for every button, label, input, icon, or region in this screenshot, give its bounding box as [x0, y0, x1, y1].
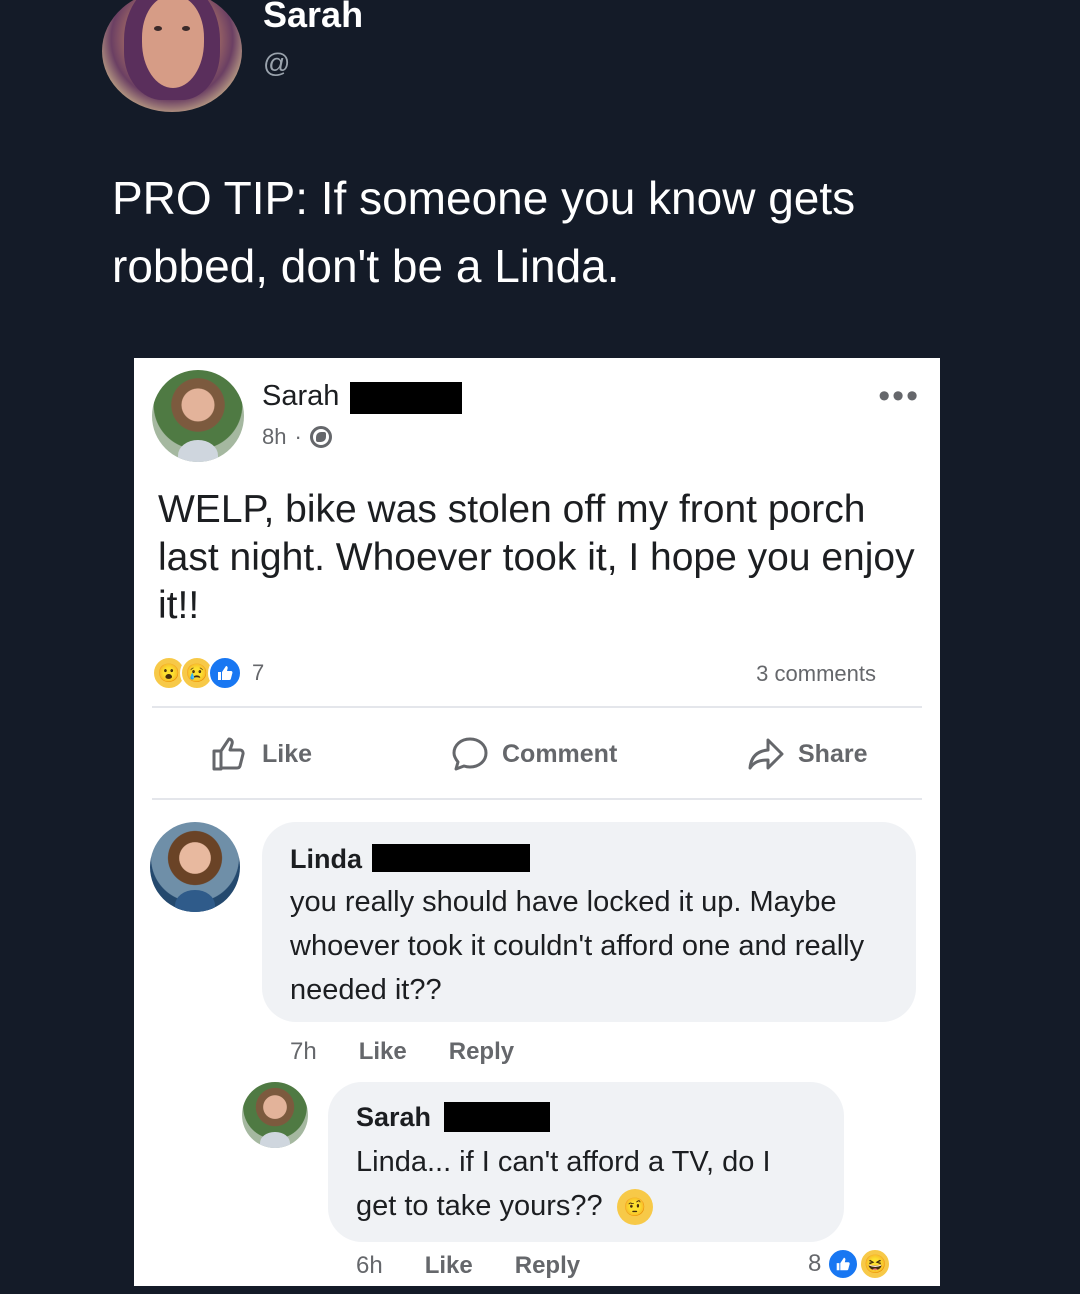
reply-bubble: Sarah Linda... if I can't afford a TV, d… — [328, 1082, 844, 1242]
tweet-text: PRO TIP: If someone you know gets robbed… — [112, 172, 856, 292]
reply-meta: 6h Like Reply — [356, 1252, 580, 1280]
post-meta: 8h · — [262, 424, 332, 450]
share-label: Share — [798, 739, 868, 768]
post-time[interactable]: 8h — [262, 424, 286, 450]
comment-author-name[interactable]: Linda — [290, 844, 362, 875]
comment-meta: 7h Like Reply — [290, 1038, 514, 1066]
reply-reply-link[interactable]: Reply — [515, 1252, 580, 1280]
facebook-post-card: Sarah 8h · ••• WELP, bike was stolen off… — [134, 358, 940, 1286]
comment-label: Comment — [502, 739, 618, 768]
comment-like-link[interactable]: Like — [359, 1038, 407, 1066]
post-author-name[interactable]: Sarah — [262, 380, 339, 413]
comment-button[interactable]: Comment — [450, 734, 617, 774]
like-reaction-icon — [827, 1248, 860, 1280]
reply-time[interactable]: 6h — [356, 1252, 383, 1280]
post-reactions[interactable]: 😮 😢 7 — [152, 656, 264, 690]
redaction-bar — [350, 382, 462, 414]
post-text: WELP, bike was stolen off my front porch… — [158, 488, 915, 627]
share-icon — [748, 738, 784, 770]
reaction-count: 7 — [252, 660, 265, 685]
reply-like-link[interactable]: Like — [425, 1252, 473, 1280]
reply-author-avatar[interactable] — [242, 1082, 308, 1148]
like-reaction-icon — [208, 656, 242, 690]
divider — [152, 798, 922, 800]
like-button[interactable]: Like — [210, 734, 312, 774]
tweet-avatar[interactable] — [102, 0, 242, 112]
comment-time[interactable]: 7h — [290, 1038, 317, 1066]
tweet-author-name[interactable]: Sarah — [263, 0, 363, 36]
reply-text: Linda... if I can't afford a TV, do I ge… — [356, 1140, 816, 1228]
tweet-handle[interactable]: @ — [263, 48, 290, 79]
reply-reactions[interactable]: 8 😆 — [808, 1248, 892, 1280]
reply-reaction-count: 8 — [808, 1250, 822, 1277]
meta-separator: · — [294, 424, 302, 449]
comment-icon — [452, 737, 488, 771]
redaction-bar — [444, 1102, 550, 1132]
reply-text-content: Linda... if I can't afford a TV, do I ge… — [356, 1146, 771, 1222]
share-button[interactable]: Share — [746, 734, 867, 774]
redaction-bar — [372, 844, 530, 872]
reply-author-name[interactable]: Sarah — [356, 1102, 431, 1133]
haha-reaction-icon: 😆 — [859, 1248, 892, 1280]
comment-text: you really should have locked it up. May… — [290, 886, 865, 1006]
commenter-avatar[interactable] — [150, 822, 240, 912]
like-label: Like — [262, 739, 313, 768]
comment-bubble: Linda you really should have locked it u… — [262, 822, 916, 1022]
thumbs-up-icon — [212, 737, 245, 771]
divider — [152, 706, 922, 708]
ellipsis-icon[interactable]: ••• — [878, 379, 920, 413]
comments-count-link[interactable]: 3 comments — [756, 661, 876, 687]
comment-reply-link[interactable]: Reply — [449, 1038, 514, 1066]
globe-icon — [309, 426, 332, 448]
post-author-avatar[interactable] — [152, 370, 244, 462]
thinking-face-icon: 🤨 — [616, 1189, 653, 1226]
